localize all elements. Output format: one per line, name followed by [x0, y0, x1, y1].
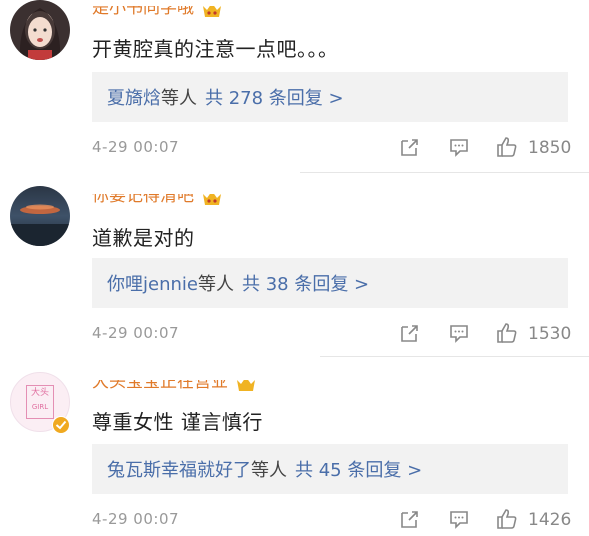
reply-summary[interactable]: 兔瓦斯幸福就好了 等人 共 45 条回复 > [92, 444, 568, 494]
timestamp: 4-29 00:07 [92, 138, 180, 156]
vip-crown-icon [237, 380, 256, 391]
divider [300, 172, 589, 173]
share-icon[interactable] [398, 136, 420, 158]
timestamp: 4-29 00:07 [92, 324, 180, 342]
share-icon[interactable] [398, 508, 420, 530]
reply-count[interactable]: 共 38 条回复 > [242, 270, 369, 296]
comment-text: 道歉是对的 [92, 226, 195, 250]
avatar-logo: 大头 GIRL [26, 385, 54, 419]
comment-text: 开黄腔真的注意一点吧。。。 [92, 37, 339, 61]
like-count: 1426 [528, 510, 572, 530]
like-count: 1850 [528, 138, 572, 158]
reply-names[interactable]: 兔瓦斯幸福就好了 [107, 456, 251, 482]
comment-meta: 4-29 00:07 1850 [92, 136, 572, 160]
vip-crown-icon [203, 194, 222, 205]
reply-names[interactable]: 你哩jennie [107, 270, 198, 296]
comment-icon[interactable] [448, 508, 470, 530]
reply-summary[interactable]: 你哩jennie 等人 共 38 条回复 > [92, 258, 568, 308]
reply-suffix: 等人 [197, 274, 234, 295]
thumbs-up-icon[interactable] [496, 508, 518, 530]
like-count: 1530 [528, 324, 572, 344]
username[interactable]: 大头宝宝正在营业 [92, 380, 256, 394]
comment-icon[interactable] [448, 322, 470, 344]
reply-names[interactable]: 夏旖焓 [107, 84, 161, 110]
username[interactable]: 你要记得清吧 [92, 194, 222, 208]
verified-badge-icon [52, 416, 70, 434]
vip-crown-icon [203, 6, 222, 17]
reply-suffix: 等人 [161, 88, 197, 109]
avatar[interactable] [10, 186, 70, 246]
timestamp: 4-29 00:07 [92, 510, 180, 528]
reply-summary[interactable]: 夏旖焓 等人 共 278 条回复 > [92, 72, 568, 122]
username[interactable]: 是小书同学哦 [92, 6, 222, 20]
comment-icon[interactable] [448, 136, 470, 158]
comment-text: 尊重女性 谨言慎行 [92, 410, 263, 434]
comment-meta: 4-29 00:07 1426 [92, 508, 572, 532]
divider [320, 356, 589, 357]
comment-item: 是小书同学哦 开黄腔真的注意一点吧。。。 夏旖焓 等人 共 278 条回复 > … [0, 0, 589, 180]
avatar[interactable] [10, 0, 70, 60]
thumbs-up-icon[interactable] [496, 322, 518, 344]
comment-item: 大头 GIRL 大头宝宝正在营业 尊重女性 谨言慎行 兔瓦斯幸福就好了 等人 共… [0, 372, 589, 536]
reply-count[interactable]: 共 45 条回复 > [295, 456, 422, 482]
reply-suffix: 等人 [251, 460, 287, 481]
reply-count[interactable]: 共 278 条回复 > [205, 84, 344, 110]
comment-meta: 4-29 00:07 1530 [92, 322, 572, 346]
comment-item: 你要记得清吧 道歉是对的 你哩jennie 等人 共 38 条回复 > 4-29… [0, 186, 589, 366]
share-icon[interactable] [398, 322, 420, 344]
thumbs-up-icon[interactable] [496, 136, 518, 158]
